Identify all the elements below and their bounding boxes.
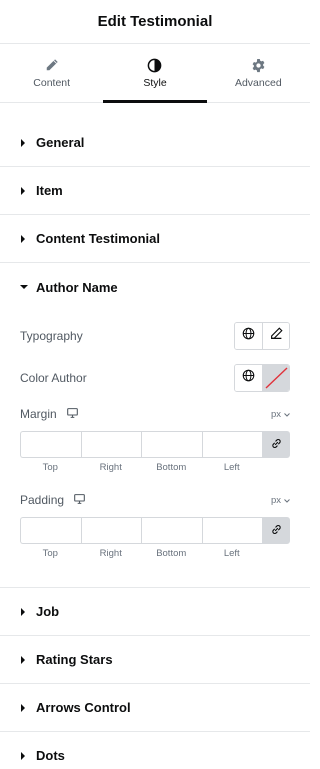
padding-label: Padding: [20, 493, 65, 507]
color-swatch-empty: [263, 365, 289, 391]
padding-right-input[interactable]: [80, 517, 141, 544]
chevron-down-icon: [284, 495, 290, 506]
panel-title: Edit Testimonial: [97, 13, 213, 30]
tab-style[interactable]: Style: [103, 44, 207, 103]
padding-inputs: [20, 517, 290, 544]
margin-unit-value: px: [270, 408, 281, 420]
margin-left-label: Left: [223, 462, 240, 473]
section-item[interactable]: Item: [0, 167, 310, 215]
caret-right-icon: [20, 607, 30, 617]
margin-left-input[interactable]: [201, 431, 262, 458]
section-label: Rating Stars: [36, 652, 113, 667]
typography-control: Typography: [20, 315, 290, 357]
link-icon: [271, 522, 282, 540]
pencil-icon: [270, 327, 283, 345]
section-label: General: [36, 135, 85, 150]
section-dots[interactable]: Dots: [0, 732, 310, 769]
globe-icon: [242, 327, 255, 345]
section-label: Dots: [36, 748, 65, 763]
caret-right-icon: [20, 234, 30, 244]
gear-icon: [250, 57, 266, 73]
padding-link-button[interactable]: [262, 517, 290, 544]
margin-right-label: Right: [99, 462, 122, 473]
section-label: Arrows Control: [36, 700, 131, 715]
margin-bottom-label: Bottom: [156, 462, 187, 473]
tab-advanced-label: Advanced: [234, 77, 282, 89]
color-author-control: Color Author: [20, 357, 290, 399]
margin-bottom-input[interactable]: [141, 431, 202, 458]
section-label: Content Testimonial: [36, 231, 160, 246]
padding-left-input[interactable]: [201, 517, 262, 544]
edit-typography-button[interactable]: [262, 323, 289, 349]
section-rating-stars[interactable]: Rating Stars: [0, 636, 310, 684]
padding-unit-select[interactable]: px: [271, 495, 290, 506]
tab-content[interactable]: Content: [0, 44, 103, 102]
padding-top-label: Top: [42, 548, 58, 559]
section-label: Item: [36, 183, 63, 198]
section-job[interactable]: Job: [0, 588, 310, 636]
padding-unit-value: px: [270, 494, 281, 506]
section-general[interactable]: General: [0, 119, 310, 167]
caret-right-icon: [20, 751, 30, 761]
link-icon: [271, 436, 282, 454]
pencil-icon: [44, 57, 60, 73]
caret-right-icon: [20, 703, 30, 713]
desktop-icon[interactable]: [66, 405, 78, 423]
padding-left-label: Left: [223, 548, 240, 559]
margin-link-button[interactable]: [262, 431, 290, 458]
typography-buttons: [234, 322, 290, 350]
margin-inputs: [20, 431, 290, 458]
panel-header: Edit Testimonial: [0, 0, 310, 44]
tab-advanced[interactable]: Advanced: [207, 44, 310, 102]
margin-top-label: Top: [42, 462, 58, 473]
section-label: Job: [36, 604, 60, 619]
caret-right-icon: [20, 655, 30, 665]
section-arrows-control[interactable]: Arrows Control: [0, 684, 310, 732]
global-typography-button[interactable]: [235, 323, 262, 349]
globe-icon: [242, 369, 255, 387]
padding-side-labels: Top Right Bottom Left: [20, 548, 262, 559]
padding-right-label: Right: [99, 548, 122, 559]
color-author-buttons: [234, 364, 290, 392]
padding-bottom-label: Bottom: [156, 548, 187, 559]
margin-unit-select[interactable]: px: [271, 409, 290, 420]
padding-top-input[interactable]: [20, 517, 81, 544]
section-label: Author Name: [36, 279, 118, 295]
section-author-name[interactable]: Author Name: [20, 263, 290, 311]
typography-label: Typography: [20, 329, 83, 343]
caret-down-icon: [20, 282, 30, 292]
contrast-icon: [147, 57, 163, 73]
desktop-icon[interactable]: [74, 491, 85, 509]
color-picker-button[interactable]: [262, 365, 289, 391]
tab-style-label: Style: [143, 77, 167, 89]
caret-right-icon: [20, 186, 30, 196]
margin-right-input[interactable]: [80, 431, 141, 458]
margin-side-labels: Top Right Bottom Left: [20, 462, 262, 473]
padding-control-head: Padding px: [20, 491, 290, 509]
margin-label: Margin: [20, 407, 57, 421]
margin-top-input[interactable]: [20, 431, 81, 458]
margin-control-head: Margin px: [20, 405, 290, 423]
caret-right-icon: [20, 138, 30, 148]
section-content-testimonial[interactable]: Content Testimonial: [0, 215, 310, 263]
padding-bottom-input[interactable]: [141, 517, 202, 544]
color-author-label: Color Author: [20, 371, 87, 385]
chevron-down-icon: [284, 409, 290, 420]
panel-tabs: Content Style Advanced: [0, 44, 310, 103]
global-color-button[interactable]: [235, 365, 262, 391]
section-author-name-panel: Author Name Typography Color Author Marg…: [0, 263, 310, 588]
tab-content-label: Content: [33, 77, 71, 89]
